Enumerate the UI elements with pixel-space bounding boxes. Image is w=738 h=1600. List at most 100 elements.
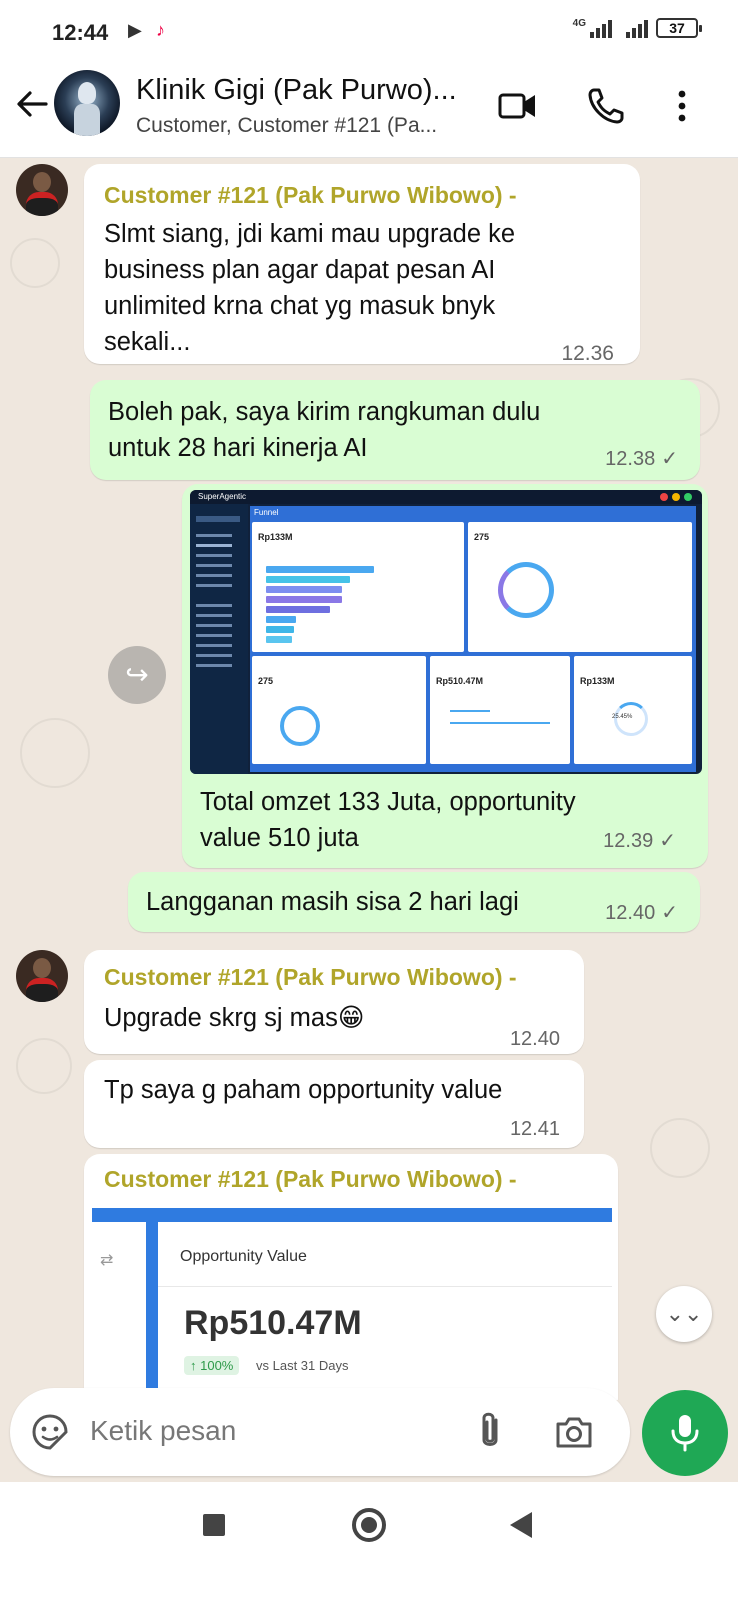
- group-avatar[interactable]: [54, 70, 120, 136]
- home-icon[interactable]: [352, 1508, 386, 1542]
- tiktok-icon: ♪: [156, 20, 165, 40]
- sender-avatar[interactable]: [16, 164, 68, 216]
- battery-icon: 37: [656, 18, 702, 38]
- time-text: 12.39: [603, 830, 654, 852]
- conversion-value: Rp133M: [580, 676, 615, 686]
- sent-check-icon: ✓: [661, 902, 678, 924]
- image-topbar: [92, 1208, 612, 1222]
- nav-back-icon[interactable]: [510, 1512, 532, 1538]
- system-navigation-bar: [0, 1482, 738, 1600]
- video-call-icon[interactable]: [496, 84, 540, 128]
- message-bubble[interactable]: Boleh pak, saya kirim rangkuman dulu unt…: [90, 380, 700, 480]
- message-caption: Total omzet 133 Juta, opportunity value …: [200, 784, 576, 856]
- recent-apps-icon[interactable]: [203, 1514, 225, 1536]
- chat-header: Klinik Gigi (Pak Purwo)... Customer, Cus…: [0, 64, 738, 158]
- dashboard-dot: [684, 493, 692, 501]
- message-line: sekali...: [104, 328, 191, 356]
- signal-icon: [626, 18, 648, 38]
- message-text: Boleh pak, saya kirim rangkuman dulu unt…: [108, 394, 540, 466]
- message-time: 12.36: [561, 342, 614, 365]
- dashboard-tab: Funnel: [254, 508, 279, 517]
- opportunity-title: Opportunity Value: [180, 1248, 307, 1265]
- chat-title[interactable]: Klinik Gigi (Pak Purwo)...: [136, 74, 457, 107]
- opp-value: Rp510.47M: [436, 676, 484, 686]
- attach-icon[interactable]: [472, 1410, 508, 1454]
- dashboard-brand: SuperAgentic: [198, 492, 247, 501]
- message-line: untuk 28 hari kinerja AI: [108, 434, 368, 462]
- dashboard-dot: [672, 493, 680, 501]
- sender-name: Customer #121 (Pak Purwo Wibowo) -: [104, 182, 517, 208]
- dashboard-image[interactable]: SuperAgentic Funnel Rp133M 275 275 Rp510…: [190, 490, 702, 774]
- opportunity-value-card: Rp510.47M: [430, 656, 570, 764]
- voice-call-icon[interactable]: [584, 84, 628, 128]
- dashboard-main: Funnel Rp133M 275 275 Rp510.47M Rp133M 2…: [250, 506, 696, 772]
- funnel-card: Rp133M: [252, 522, 464, 652]
- message-text: Langganan masih sisa 2 hari lagi: [146, 888, 519, 916]
- sender-avatar[interactable]: [16, 950, 68, 1002]
- chat-area[interactable]: Customer #121 (Pak Purwo Wibowo) - Slmt …: [0, 158, 738, 1400]
- time-text: 12.38: [605, 448, 656, 470]
- message-time: 12.40 ✓: [605, 900, 678, 925]
- scroll-down-icon[interactable]: ⌄⌄: [656, 1286, 712, 1342]
- network-type: 4G: [572, 18, 586, 29]
- message-text: Upgrade skrg sj mas😁: [104, 1004, 365, 1032]
- change-badge: ↑ 100%: [184, 1356, 240, 1375]
- dashboard-dot: [660, 493, 668, 501]
- divider: [158, 1286, 612, 1287]
- forward-icon[interactable]: ↪: [108, 646, 166, 704]
- opportunity-status-card: 275: [252, 656, 426, 764]
- voice-message-button[interactable]: [642, 1390, 728, 1476]
- dashboard-sidebar: [190, 504, 248, 774]
- message-input[interactable]: [90, 1408, 450, 1454]
- status-right: 4G 37: [572, 18, 702, 38]
- signal-icon: [590, 18, 612, 38]
- message-bubble[interactable]: Customer #121 (Pak Purwo Wibowo) - Upgra…: [84, 950, 584, 1054]
- microphone-icon: [671, 1415, 699, 1452]
- sender-name: Customer #121 (Pak Purwo Wibowo) -: [104, 964, 517, 990]
- message-composer: [10, 1388, 630, 1476]
- doodle-decoration: [16, 1038, 72, 1094]
- message-line: unlimited krna chat yg masuk bnyk: [104, 292, 496, 320]
- message-time: 12.41: [509, 1118, 560, 1140]
- back-arrow-icon[interactable]: [12, 84, 52, 124]
- more-options-icon[interactable]: [660, 84, 704, 128]
- message-time: 12.38 ✓: [605, 446, 678, 471]
- message-text: Slmt siang, jdi kami mau upgrade ke busi…: [104, 216, 515, 360]
- sender-name: Customer #121 (Pak Purwo Wibowo) -: [104, 1166, 517, 1192]
- status-time: 12:44: [52, 20, 109, 45]
- message-bubble[interactable]: Tp saya g paham opportunity value 12.41: [84, 1060, 584, 1148]
- comparison-text: vs Last 31 Days: [256, 1358, 349, 1373]
- message-time: 12.40: [509, 1028, 560, 1050]
- sent-check-icon: ✓: [659, 830, 676, 852]
- funnel-value: Rp133M: [258, 532, 293, 542]
- battery-level: 37: [669, 20, 685, 36]
- stage-value: 275: [474, 532, 490, 542]
- dashboard-topbar: SuperAgentic: [190, 490, 702, 504]
- opp-status-donut: [280, 706, 320, 746]
- doodle-decoration: [10, 238, 60, 288]
- message-bubble[interactable]: Customer #121 (Pak Purwo Wibowo) - Slmt …: [84, 164, 640, 365]
- filter-icon: ⇄: [100, 1252, 114, 1269]
- chat-subtitle[interactable]: Customer, Customer #121 (Pa...: [136, 114, 437, 138]
- camera-icon[interactable]: [554, 1412, 594, 1452]
- message-line: Total omzet 133 Juta, opportunity: [200, 788, 576, 816]
- opp-status-value: 275: [258, 676, 274, 686]
- sent-check-icon: ✓: [661, 448, 678, 470]
- opportunity-value-image[interactable]: ⇄ Opportunity Value Rp510.47M ↑ 100% vs …: [92, 1208, 612, 1400]
- doodle-decoration: [20, 718, 90, 788]
- message-line: business plan agar dapat pesan AI: [104, 256, 496, 284]
- message-text: Tp saya g paham opportunity value: [104, 1076, 503, 1104]
- play-icon: ▶: [128, 20, 142, 40]
- emoji-sticker-icon[interactable]: [30, 1412, 70, 1452]
- image-sidebar: [146, 1222, 158, 1400]
- stage-donut: [498, 562, 554, 618]
- status-bar: 12:44 ▶ ♪ 4G 37: [0, 0, 738, 64]
- message-line: Boleh pak, saya kirim rangkuman dulu: [108, 398, 541, 426]
- message-bubble[interactable]: Langganan masih sisa 2 hari lagi 12.40 ✓: [128, 872, 700, 932]
- stage-card: 275: [468, 522, 692, 652]
- doodle-decoration: [650, 1118, 710, 1178]
- message-line: value 510 juta: [200, 824, 359, 852]
- message-line: Slmt siang, jdi kami mau upgrade ke: [104, 220, 516, 248]
- time-text: 12.40: [605, 902, 656, 924]
- message-time: 12.39 ✓: [603, 828, 676, 853]
